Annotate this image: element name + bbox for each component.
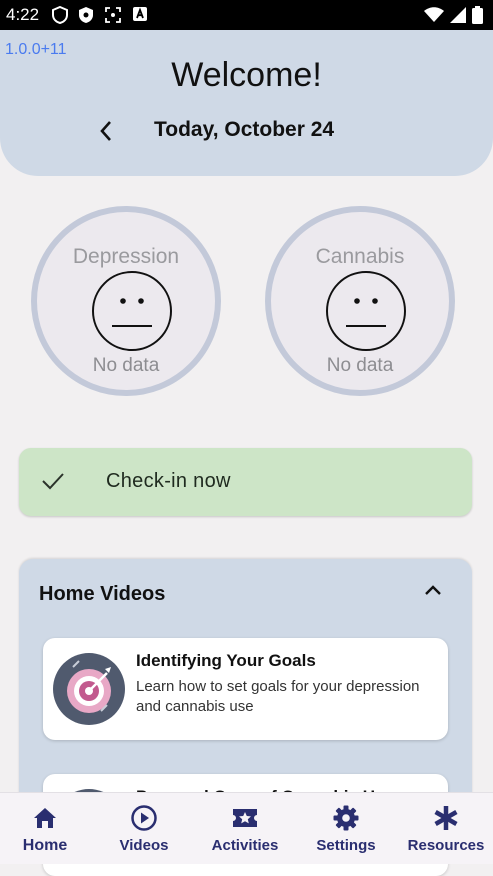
gauge-status: No data bbox=[326, 355, 394, 376]
nav-activities[interactable]: Activities bbox=[204, 793, 286, 864]
a-box-icon bbox=[133, 7, 147, 21]
check-in-button[interactable]: Check-in now bbox=[19, 448, 472, 516]
nav-resources[interactable]: Resources bbox=[406, 793, 486, 864]
video-item-identifying-goals[interactable]: Identifying Your Goals Learn how to set … bbox=[43, 638, 448, 740]
asterisk-icon bbox=[434, 806, 458, 830]
date-row: Today, October 24 bbox=[0, 116, 493, 146]
depression-gauge[interactable]: Depression No data bbox=[31, 206, 221, 396]
scan-icon bbox=[105, 7, 121, 23]
nav-videos[interactable]: Videos bbox=[106, 793, 182, 864]
date-label: Today, October 24 bbox=[154, 118, 335, 141]
shield-filled-icon bbox=[79, 7, 93, 23]
neutral-face-icon bbox=[92, 271, 172, 351]
gauge-title: Depression bbox=[72, 245, 180, 268]
cannabis-gauge[interactable]: Cannabis No data bbox=[265, 206, 455, 396]
nav-label: Resources bbox=[407, 837, 485, 854]
signal-icon bbox=[450, 7, 466, 23]
nav-label: Home bbox=[22, 837, 68, 854]
bottom-navigation: Home Videos Activities Settings Resource… bbox=[0, 792, 493, 864]
battery-icon bbox=[472, 6, 483, 24]
check-icon bbox=[42, 473, 64, 490]
nav-label: Activities bbox=[211, 837, 279, 854]
nav-label: Videos bbox=[119, 837, 169, 854]
status-icons-right bbox=[424, 6, 483, 24]
ticket-star-icon bbox=[233, 809, 257, 827]
previous-day-button[interactable] bbox=[92, 116, 120, 146]
header: 1.0.0+11 Welcome! Today, October 24 bbox=[0, 30, 493, 176]
home-videos-panel: Home Videos Identifying Your Goals Learn… bbox=[19, 559, 472, 876]
gear-icon bbox=[333, 805, 359, 831]
status-time: 4:22 bbox=[6, 5, 40, 24]
home-videos-title: Home Videos bbox=[39, 583, 166, 605]
status-bar: 4:22 bbox=[0, 0, 493, 30]
nav-settings[interactable]: Settings bbox=[310, 793, 382, 864]
nav-home[interactable]: Home bbox=[14, 793, 76, 864]
collapse-chevron-up-icon[interactable] bbox=[424, 583, 442, 597]
nav-label: Settings bbox=[316, 837, 376, 854]
shield-outline-icon bbox=[52, 6, 68, 24]
status-icons-left bbox=[52, 6, 148, 24]
page-title: Welcome! bbox=[171, 56, 322, 94]
wifi-icon bbox=[424, 7, 444, 22]
chevron-left-icon bbox=[100, 121, 111, 141]
gauge-status: No data bbox=[92, 355, 160, 376]
play-circle-icon bbox=[131, 805, 157, 831]
video-title: Identifying Your Goals bbox=[136, 651, 316, 670]
check-in-label: Check-in now bbox=[106, 470, 231, 492]
target-goal-icon bbox=[53, 653, 125, 725]
video-description: Learn how to set goals for your depressi… bbox=[136, 678, 420, 715]
neutral-face-icon bbox=[326, 271, 406, 351]
gauge-title: Cannabis bbox=[315, 245, 405, 268]
home-icon bbox=[34, 808, 56, 828]
